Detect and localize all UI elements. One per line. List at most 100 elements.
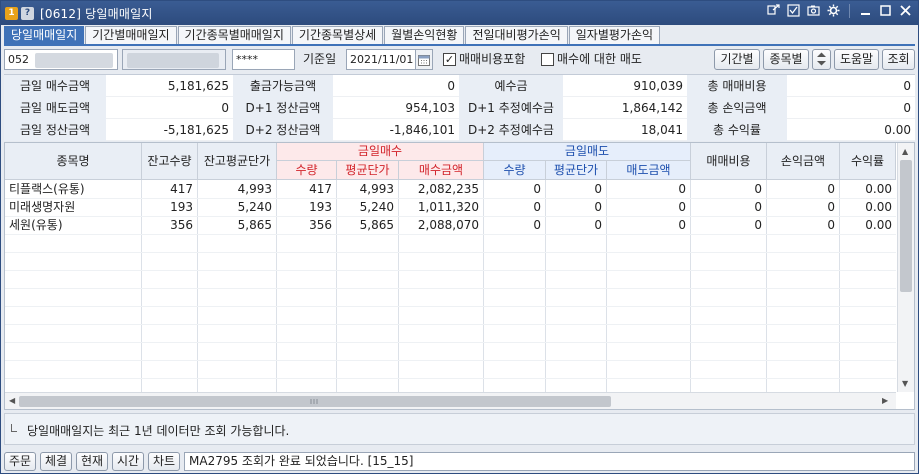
cell-rate: 0.00 bbox=[865, 218, 892, 232]
notice-panel: 당일매매일지는 최근 1년 데이터만 조회 가능합니다. bbox=[4, 413, 915, 445]
account-prefix: 052 bbox=[8, 53, 29, 66]
table-row[interactable]: 티플랙스(유통) 417 4,993 417 4,993 2,082,235 0… bbox=[5, 180, 896, 198]
period-button[interactable]: 기간별 bbox=[714, 49, 760, 70]
password-input[interactable]: **** bbox=[232, 49, 295, 70]
row-line bbox=[5, 234, 896, 235]
summary-row: 금일 매도금액 0 D+1 정산금액 954,103 D+1 추정예수금 1,8… bbox=[4, 97, 915, 119]
help-button[interactable]: 도움말 bbox=[834, 49, 879, 70]
scroll-down-arrow-icon[interactable]: ▼ bbox=[902, 379, 908, 388]
account-number-input[interactable]: 052 bbox=[4, 49, 118, 70]
col-header-fee[interactable]: 매매비용 bbox=[691, 143, 767, 180]
cell-sell-amount: 0 bbox=[678, 218, 686, 232]
summary-value: 954,103 bbox=[333, 97, 459, 119]
cell-sell-qty: 0 bbox=[533, 182, 541, 196]
cell-rate: 0.00 bbox=[865, 182, 892, 196]
col-header-buy-avg[interactable]: 평균단가 bbox=[337, 161, 399, 180]
col-header-buy-amount[interactable]: 매수금액 bbox=[399, 161, 484, 180]
checklist-icon[interactable] bbox=[787, 4, 800, 18]
col-header-sell-qty[interactable]: 수량 bbox=[484, 161, 546, 180]
col-header-sell-avg[interactable]: 평균단가 bbox=[546, 161, 607, 180]
horizontal-scrollbar[interactable]: ◀ ▶ bbox=[5, 392, 896, 409]
summary-value: 0 bbox=[787, 97, 915, 119]
order-button[interactable]: 주문 bbox=[4, 452, 36, 471]
camera-icon[interactable] bbox=[807, 4, 820, 18]
screen-number-badge[interactable]: 1 bbox=[5, 6, 18, 20]
summary-value: 0.00 bbox=[787, 119, 915, 141]
cell-fee: 0 bbox=[754, 182, 762, 196]
scroll-up-arrow-icon[interactable]: ▲ bbox=[902, 147, 908, 156]
current-price-button[interactable]: 현재 bbox=[76, 452, 108, 471]
summary-label: 총 매매비용 bbox=[687, 75, 787, 97]
time-button[interactable]: 시간 bbox=[112, 452, 144, 471]
cell-buy-amount: 2,082,235 bbox=[417, 182, 479, 196]
cell-fee: 0 bbox=[754, 218, 762, 232]
tab-period-journal[interactable]: 기간별매매일지 bbox=[85, 26, 177, 45]
main-window: 1 ? [0612] 당일매매일지 당일매매일지 기간별매매일지 기간종목별매매… bbox=[0, 0, 919, 474]
tab-monthly-pnl[interactable]: 월별손익현황 bbox=[384, 26, 465, 45]
tab-strip: 당일매매일지 기간별매매일지 기간종목별매매일지 기간종목별상세 월별손익현황 … bbox=[4, 26, 661, 45]
tab-period-item-journal[interactable]: 기간종목별매매일지 bbox=[177, 26, 291, 45]
minimize-icon[interactable] bbox=[859, 4, 872, 18]
col-header-pnl[interactable]: 손익금액 bbox=[767, 143, 840, 180]
col-header-hold-qty[interactable]: 잔고수량 bbox=[142, 143, 198, 180]
col-header-rate[interactable]: 수익률 bbox=[840, 143, 896, 180]
include-fee-checkbox[interactable]: ✓ bbox=[443, 53, 456, 66]
summary-label: 총 손익금액 bbox=[687, 97, 787, 119]
cell-hold-qty: 417 bbox=[170, 182, 193, 196]
col-header-buy-qty[interactable]: 수량 bbox=[277, 161, 337, 180]
summary-label: D+1 정산금액 bbox=[233, 97, 333, 119]
gear-icon[interactable] bbox=[827, 4, 840, 18]
summary-value: 5,181,625 bbox=[106, 75, 233, 97]
summary-grid: 금일 매수금액 5,181,625 출금가능금액 0 예수금 910,039 총… bbox=[4, 74, 915, 141]
tab-prev-day-eval[interactable]: 전일대비평가손익 bbox=[465, 26, 568, 45]
date-input[interactable]: 2021/11/01 bbox=[346, 49, 416, 70]
item-button[interactable]: 종목별 bbox=[763, 49, 809, 70]
notice-text: 당일매매일지는 최근 1년 데이터만 조회 가능합니다. bbox=[27, 424, 290, 438]
chart-button[interactable]: 차트 bbox=[148, 452, 180, 471]
query-button[interactable]: 조회 bbox=[882, 49, 915, 70]
trade-table: 종목명 잔고수량 잔고평균단가 금일매수 수량 평균단가 매수금액 금일매도 수… bbox=[4, 142, 915, 410]
row-line bbox=[5, 270, 896, 271]
scroll-left-arrow-icon[interactable]: ◀ bbox=[9, 396, 15, 405]
maximize-icon[interactable] bbox=[879, 4, 892, 18]
cell-name: 세원(유통) bbox=[9, 218, 63, 232]
vertical-scroll-thumb[interactable] bbox=[900, 160, 912, 292]
tab-period-item-detail[interactable]: 기간종목별상세 bbox=[291, 26, 384, 45]
title-bar: 1 ? [0612] 당일매매일지 bbox=[1, 1, 918, 25]
tab-daily-eval[interactable]: 일자별평가손익 bbox=[568, 26, 661, 45]
cell-buy-qty: 356 bbox=[309, 218, 332, 232]
scroll-right-arrow-icon[interactable]: ▶ bbox=[882, 396, 888, 405]
cell-buy-amount: 1,011,320 bbox=[417, 200, 479, 214]
up-down-icon bbox=[817, 52, 826, 66]
summary-label: D+2 정산금액 bbox=[233, 119, 333, 141]
row-line bbox=[5, 306, 896, 307]
execution-button[interactable]: 체결 bbox=[40, 452, 72, 471]
horizontal-scroll-thumb[interactable] bbox=[19, 396, 611, 407]
account-masked-digits bbox=[35, 53, 113, 68]
col-header-hold-avg[interactable]: 잔고평균단가 bbox=[198, 143, 277, 180]
col-group-today-sell: 금일매도 bbox=[484, 143, 691, 161]
summary-value: -1,846,101 bbox=[333, 119, 459, 141]
summary-value: 18,041 bbox=[563, 119, 687, 141]
col-header-name[interactable]: 종목명 bbox=[5, 143, 142, 180]
up-down-spinner[interactable] bbox=[812, 49, 831, 70]
status-message: MA2795 조회가 완료 되었습니다. [15_15] bbox=[184, 452, 915, 471]
vertical-scrollbar[interactable]: ▲ ▼ bbox=[897, 143, 914, 392]
summary-row: 금일 정산금액 -5,181,625 D+2 정산금액 -1,846,101 D… bbox=[4, 119, 915, 141]
cell-hold-avg: 5,865 bbox=[237, 218, 272, 232]
summary-label: 금일 매도금액 bbox=[4, 97, 106, 119]
cell-sell-avg: 0 bbox=[594, 218, 602, 232]
calendar-button[interactable] bbox=[415, 49, 433, 70]
sell-on-buy-checkbox[interactable] bbox=[541, 53, 554, 66]
close-icon[interactable] bbox=[899, 4, 912, 18]
tab-daily-journal[interactable]: 당일매매일지 bbox=[4, 26, 85, 45]
col-header-sell-amount[interactable]: 매도금액 bbox=[607, 161, 691, 180]
link-icon[interactable] bbox=[767, 4, 780, 18]
status-bar: 주문 체결 현재 시간 차트 MA2795 조회가 완료 되었습니다. [15_… bbox=[1, 449, 918, 473]
summary-value: 0 bbox=[106, 97, 233, 119]
help-badge[interactable]: ? bbox=[21, 6, 34, 20]
cell-name: 티플랙스(유통) bbox=[9, 182, 85, 196]
cell-buy-qty: 417 bbox=[309, 182, 332, 196]
table-row[interactable]: 미래생명자원 193 5,240 193 5,240 1,011,320 0 0… bbox=[5, 198, 896, 216]
table-row[interactable]: 세원(유통) 356 5,865 356 5,865 2,088,070 0 0… bbox=[5, 216, 896, 234]
